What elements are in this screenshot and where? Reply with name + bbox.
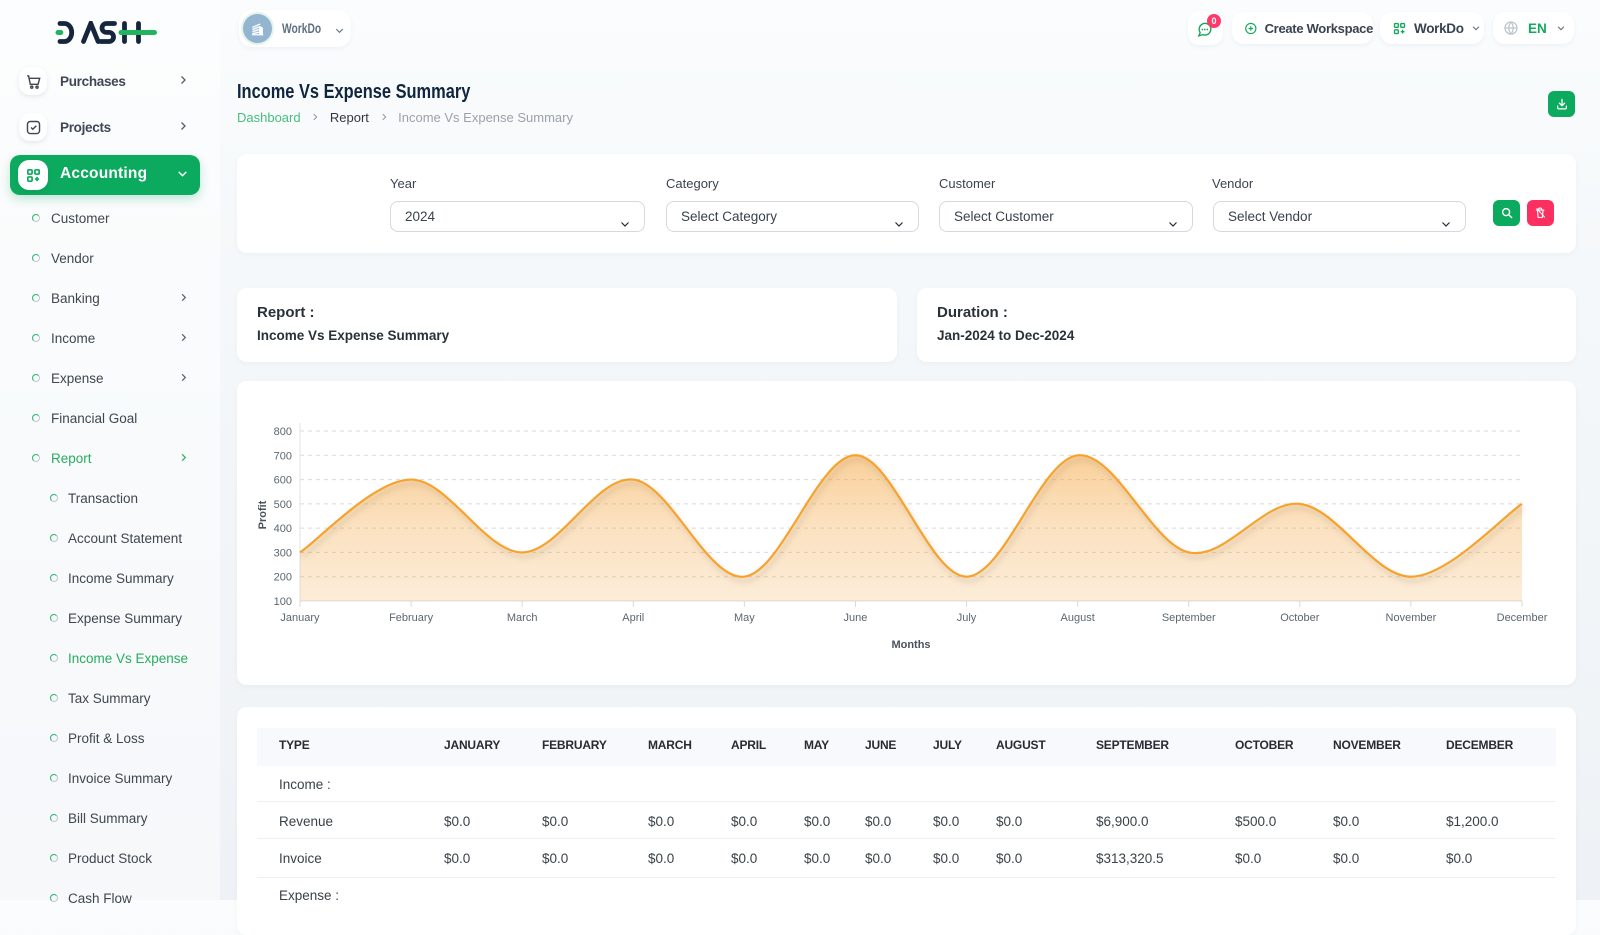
svg-text:100: 100 — [274, 596, 292, 608]
svg-text:January: January — [280, 612, 320, 624]
svg-text:Profit: Profit — [257, 500, 269, 529]
svg-text:200: 200 — [274, 572, 292, 584]
svg-text:August: August — [1061, 612, 1095, 624]
svg-text:March: March — [507, 612, 538, 624]
svg-text:400: 400 — [274, 523, 292, 535]
svg-text:500: 500 — [274, 499, 292, 511]
svg-text:700: 700 — [274, 450, 292, 462]
svg-text:February: February — [389, 612, 434, 624]
svg-text:800: 800 — [274, 426, 292, 438]
svg-text:600: 600 — [274, 475, 292, 487]
svg-text:April: April — [622, 612, 644, 624]
svg-text:October: October — [1280, 612, 1319, 624]
svg-text:September: September — [1162, 612, 1216, 624]
svg-text:May: May — [734, 612, 755, 624]
svg-text:December: December — [1497, 612, 1548, 624]
svg-text:June: June — [844, 612, 868, 624]
svg-text:July: July — [957, 612, 977, 624]
svg-text:Months: Months — [891, 639, 930, 651]
svg-text:300: 300 — [274, 547, 292, 559]
svg-text:November: November — [1386, 612, 1437, 624]
